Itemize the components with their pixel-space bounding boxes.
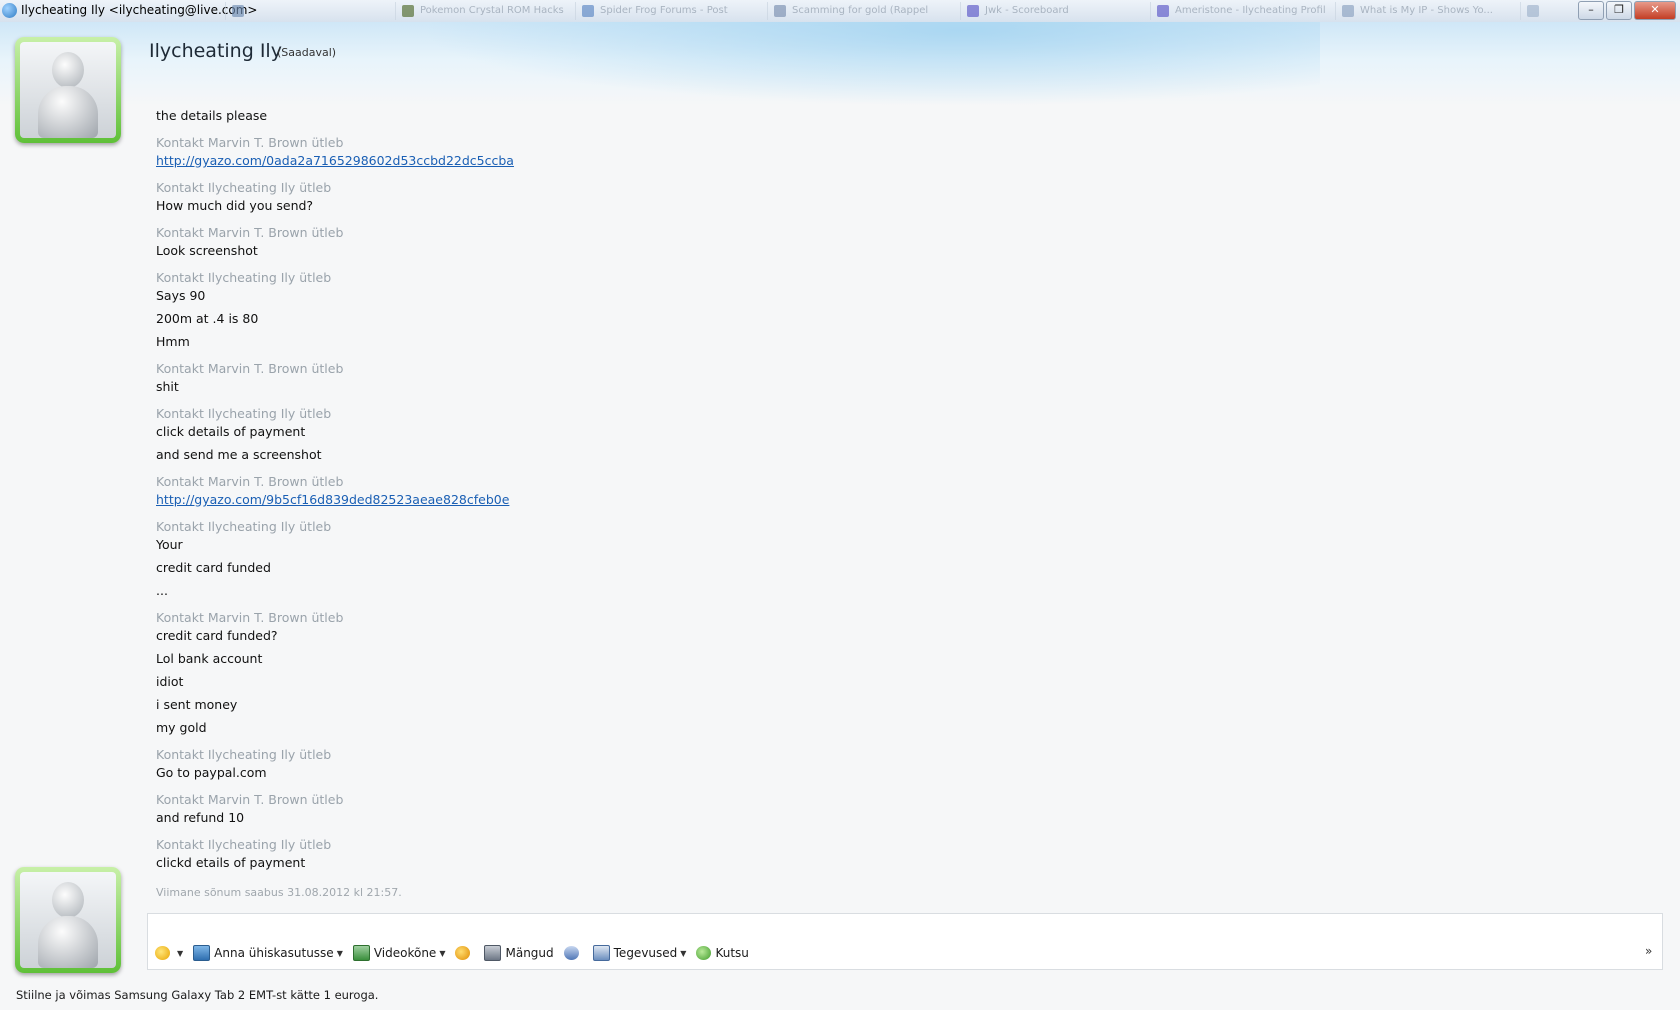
browser-tab[interactable]: Jwk - Scoreboard [960, 2, 1138, 20]
tab-favicon-icon [967, 5, 979, 17]
activities-icon [592, 945, 610, 961]
picture-share-icon [193, 945, 211, 961]
tab-favicon-icon [774, 5, 786, 17]
message-text: ... [156, 583, 168, 598]
message-sender-line: Kontakt Ilycheating Ily ütleb [156, 837, 332, 852]
toolbar-overflow-button[interactable]: » [1645, 944, 1652, 958]
advertisement-text[interactable]: Stiilne ja võimas Samsung Galaxy Tab 2 E… [16, 988, 378, 1002]
invite-icon [696, 946, 712, 960]
games-icon [484, 945, 502, 961]
nudge-icon [455, 946, 471, 960]
message-text: clickd etails of payment [156, 855, 306, 870]
message-sender-line: Kontakt Marvin T. Brown ütleb [156, 225, 344, 240]
video-camera-icon [352, 945, 370, 961]
message-sender-line: Kontakt Marvin T. Brown ütleb [156, 474, 344, 489]
own-avatar[interactable] [15, 867, 121, 973]
browser-tab[interactable]: Ameristone - Ilycheating Profil [1150, 2, 1328, 20]
activities-button[interactable]: Tegevused ▼ [592, 945, 686, 961]
minimize-button[interactable]: – [1578, 1, 1604, 20]
message-text: Look screenshot [156, 243, 258, 258]
games-button[interactable]: Mängud [484, 945, 554, 961]
tab-favicon-icon [402, 5, 414, 17]
message-text: Says 90 [156, 288, 206, 303]
message-text: credit card funded? [156, 628, 278, 643]
browser-tab[interactable]: Pokemon Crystal ROM Hacks [395, 2, 573, 20]
message-text: my gold [156, 720, 207, 735]
message-sender-line: Kontakt Marvin T. Brown ütleb [156, 135, 344, 150]
close-button[interactable]: ✕ [1634, 1, 1676, 20]
window-title-bar: Ilycheating Ily <ilycheating@live.com> P… [0, 0, 1680, 23]
tab-favicon-icon [1527, 5, 1539, 17]
emoticon-button[interactable]: ▼ [155, 946, 183, 960]
window-controls: – ❐ ✕ [1576, 1, 1676, 20]
message-link[interactable]: http://gyazo.com/9b5cf16d839ded82523aeae… [156, 492, 509, 507]
tab-favicon-icon [232, 5, 244, 17]
message-input[interactable] [148, 914, 1666, 942]
message-sender-line: Kontakt Marvin T. Brown ütleb [156, 792, 344, 807]
message-text: i sent money [156, 697, 238, 712]
window-title: Ilycheating Ily <ilycheating@live.com> [21, 3, 258, 17]
maximize-button[interactable]: ❐ [1606, 1, 1632, 20]
message-text: and refund 10 [156, 810, 245, 825]
message-text: How much did you send? [156, 198, 314, 213]
message-sender-line: Kontakt Ilycheating Ily ütleb [156, 270, 332, 285]
wink-icon [563, 946, 579, 960]
invite-button[interactable]: Kutsu [696, 946, 749, 960]
contact-name[interactable]: Ilycheating Ily [149, 40, 282, 62]
tab-favicon-icon [1157, 5, 1169, 17]
browser-tab[interactable]: Spider Frog Forums - Post [575, 2, 753, 20]
tab-favicon-icon [1342, 5, 1354, 17]
message-text: idiot [156, 674, 184, 689]
browser-tab[interactable]: What is My IP - Shows Yo... [1335, 2, 1513, 20]
contact-status: (Saadaval) [277, 46, 337, 59]
browser-tab[interactable] [1520, 2, 1560, 20]
last-message-info: Viimane sõnum saabus 31.08.2012 kl 21:57… [156, 886, 402, 899]
message-text: Your [156, 537, 183, 552]
message-text: click details of payment [156, 424, 306, 439]
video-call-button[interactable]: Videokõne ▼ [352, 945, 445, 961]
message-text: Go to paypal.com [156, 765, 267, 780]
tab-favicon-icon [582, 5, 594, 17]
tab-label: Spider Frog Forums - Post [600, 5, 728, 16]
conversation-header [0, 22, 1680, 106]
message-text: the details please [156, 108, 268, 123]
message-text: Lol bank account [156, 651, 263, 666]
tab-label: What is My IP - Shows Yo... [1360, 5, 1493, 16]
tab-label: Ameristone - Ilycheating Profil [1175, 5, 1326, 16]
tab-label: Pokemon Crystal ROM Hacks [420, 5, 564, 16]
default-user-icon [20, 42, 116, 138]
emoticon-icon [155, 946, 170, 960]
message-text: credit card funded [156, 560, 271, 575]
tab-label: Scamming for gold (Rappel [792, 5, 929, 16]
browser-tab[interactable] [225, 2, 403, 20]
nudge-button[interactable] [455, 946, 474, 960]
message-sender-line: Kontakt Ilycheating Ily ütleb [156, 406, 332, 421]
compose-toolbar: ▼ Anna ühiskasutusse ▼ Videokõne ▼ Mängud … [155, 942, 759, 964]
message-sender-line: Kontakt Marvin T. Brown ütleb [156, 361, 344, 376]
message-text: shit [156, 379, 179, 394]
contact-avatar[interactable] [15, 37, 121, 143]
message-text: Hmm [156, 334, 190, 349]
share-button[interactable]: Anna ühiskasutusse ▼ [193, 945, 343, 961]
message-text: and send me a screenshot [156, 447, 322, 462]
message-link[interactable]: http://gyazo.com/0ada2a7165298602d53ccbd… [156, 153, 514, 168]
message-sender-line: Kontakt Ilycheating Ily ütleb [156, 519, 332, 534]
browser-tab[interactable]: Scamming for gold (Rappel [767, 2, 945, 20]
message-sender-line: Kontakt Marvin T. Brown ütleb [156, 610, 344, 625]
conversation-history[interactable]: the details please Kontakt Marvin T. Brow… [156, 108, 1656, 884]
wink-button[interactable] [563, 946, 583, 960]
message-text: 200m at .4 is 80 [156, 311, 259, 326]
tab-label: Jwk - Scoreboard [985, 5, 1069, 16]
message-sender-line: Kontakt Ilycheating Ily ütleb [156, 180, 332, 195]
message-sender-line: Kontakt Ilycheating Ily ütleb [156, 747, 332, 762]
messenger-icon [2, 3, 17, 18]
default-user-icon [20, 872, 116, 968]
